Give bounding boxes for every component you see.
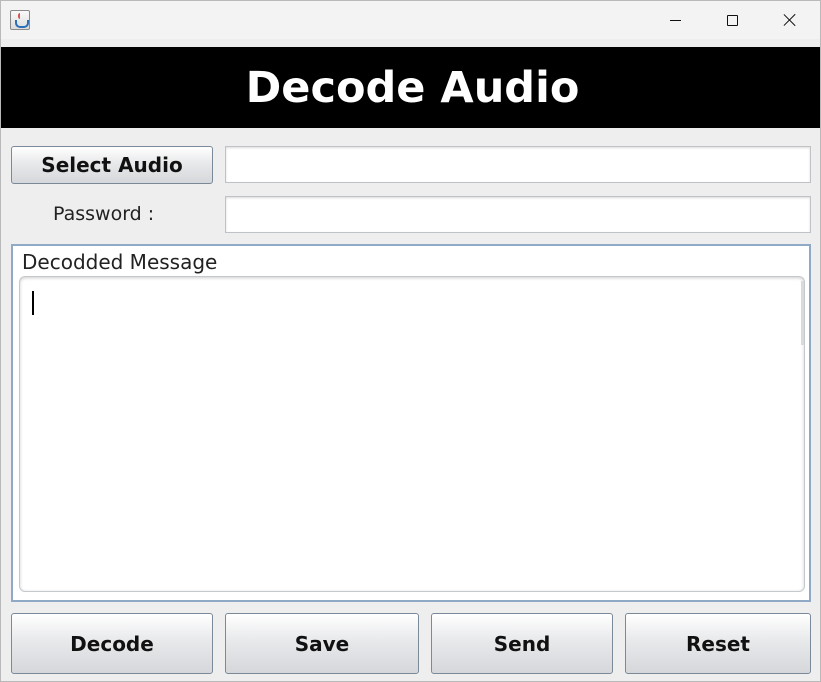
scrollbar[interactable] [801, 281, 804, 345]
decode-button[interactable]: Decode [11, 613, 213, 674]
maximize-button[interactable] [703, 1, 761, 39]
app-window: Decode Audio Select Audio Password : Dec… [0, 0, 821, 682]
save-button[interactable]: Save [225, 613, 419, 674]
close-icon [783, 13, 797, 27]
title-bar[interactable] [1, 1, 820, 39]
password-field[interactable] [225, 196, 811, 233]
reset-button[interactable]: Reset [625, 613, 811, 674]
minimize-icon [669, 19, 681, 21]
minimize-button[interactable] [646, 1, 704, 39]
text-caret [32, 291, 34, 315]
send-button[interactable]: Send [431, 613, 613, 674]
maximize-icon [726, 14, 738, 26]
password-label: Password : [53, 203, 155, 225]
decoded-message-title: Decodded Message [22, 250, 218, 274]
select-audio-button[interactable]: Select Audio [11, 146, 213, 184]
java-cup-icon[interactable] [10, 10, 30, 30]
audio-path-field[interactable] [225, 146, 811, 183]
header-banner: Decode Audio [1, 47, 820, 128]
decoded-message-panel: Decodded Message [11, 244, 811, 602]
page-title: Decode Audio [245, 62, 580, 113]
decoded-message-textarea[interactable] [19, 276, 805, 592]
close-button[interactable] [761, 1, 819, 39]
